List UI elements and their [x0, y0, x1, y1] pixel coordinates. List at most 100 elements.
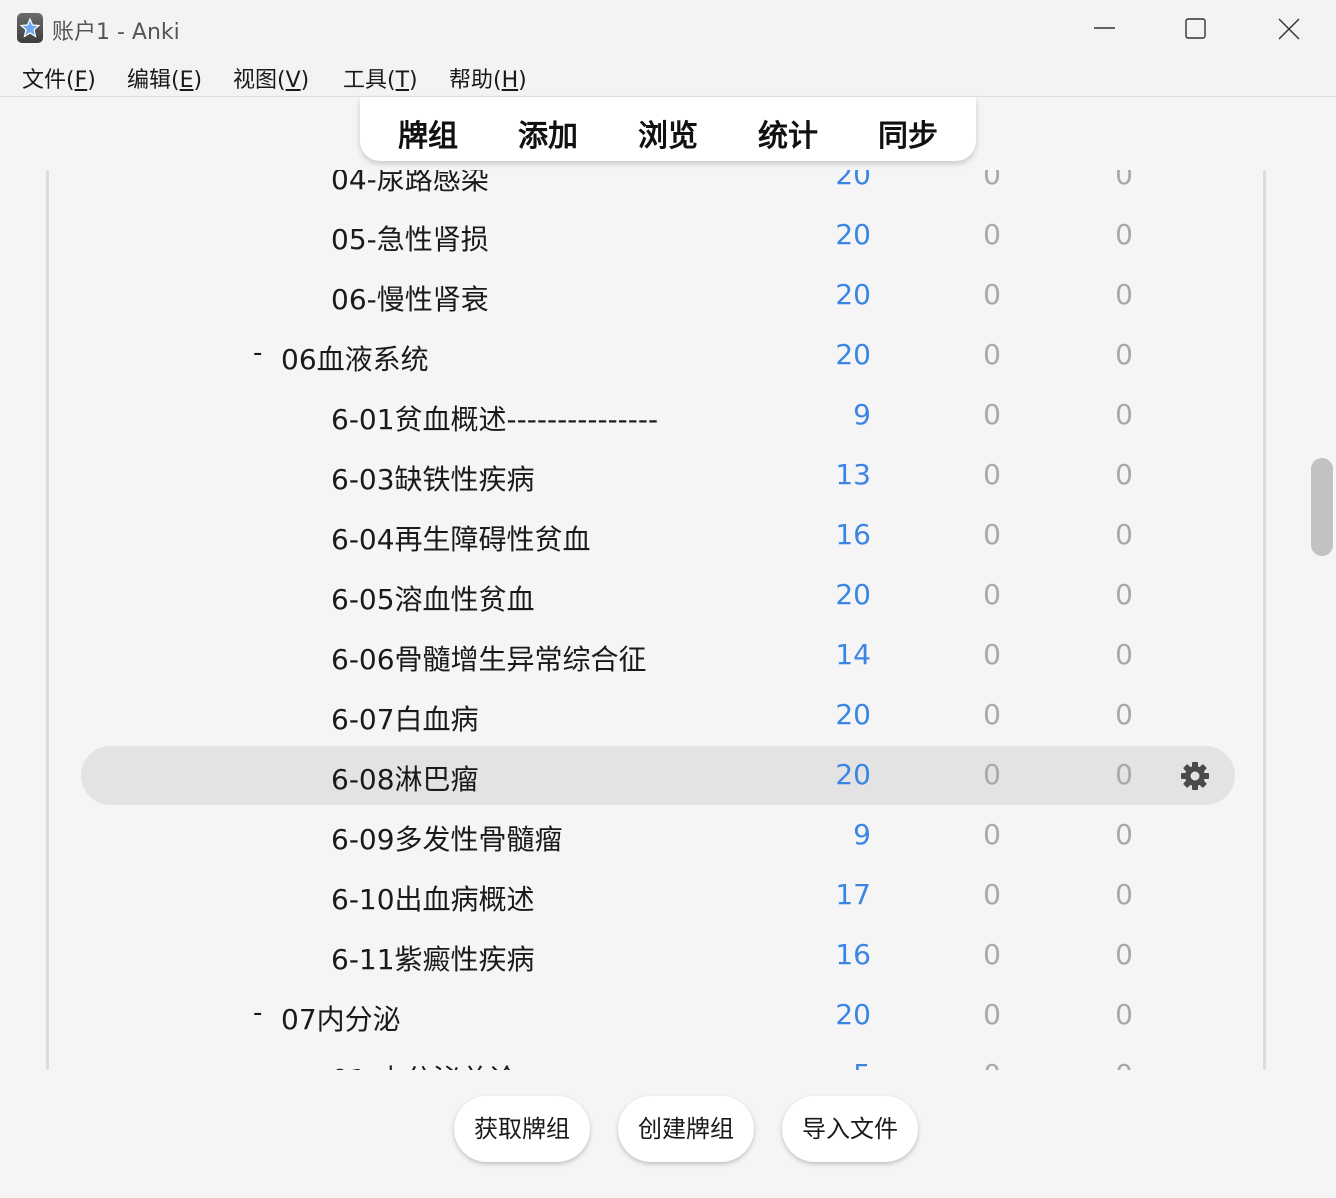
window-title: 账户1 - Anki — [52, 20, 180, 45]
due-count: 0 — [1115, 338, 1133, 371]
learn-count: 0 — [983, 518, 1001, 551]
collapse-toggle[interactable]: - — [253, 338, 262, 368]
deck-row[interactable]: 6-05溶血性贫血 20 0 0 — [49, 566, 1263, 626]
new-count: 20 — [835, 758, 871, 791]
deck-name[interactable]: 6-11紫癜性疾病 — [331, 938, 535, 978]
learn-count: 0 — [983, 578, 1001, 611]
maximize-icon — [1185, 18, 1206, 39]
new-count: 20 — [835, 578, 871, 611]
deck-name[interactable]: 01-内分泌总论 — [331, 1058, 517, 1070]
new-count: 9 — [853, 398, 871, 431]
deck-row[interactable]: 6-07白血病 20 0 0 — [49, 686, 1263, 746]
new-count: 20 — [835, 998, 871, 1031]
deck-options-gear-icon[interactable] — [1179, 760, 1211, 792]
learn-count: 0 — [983, 998, 1001, 1031]
deck-name[interactable]: 04-尿路感染 — [331, 170, 489, 198]
deck-row[interactable]: 01-内分泌总论 5 0 0 — [49, 1046, 1263, 1070]
deck-name[interactable]: 6-03缺铁性疾病 — [331, 458, 535, 498]
menu-edit[interactable]: 编辑(E) — [127, 62, 202, 94]
new-count: 13 — [835, 458, 871, 491]
deck-name[interactable]: 6-10出血病概述 — [331, 878, 535, 918]
new-count: 16 — [835, 518, 871, 551]
deck-row-selected[interactable]: 6-08淋巴瘤 20 0 0 — [49, 746, 1263, 806]
learn-count: 0 — [983, 638, 1001, 671]
deck-name[interactable]: 6-08淋巴瘤 — [331, 758, 479, 798]
menu-file[interactable]: 文件(F) — [22, 62, 96, 94]
due-count: 0 — [1115, 938, 1133, 971]
new-count: 20 — [835, 338, 871, 371]
deck-name[interactable]: 6-06骨髓增生异常综合征 — [331, 638, 647, 678]
collapse-toggle[interactable]: - — [253, 998, 262, 1028]
learn-count: 0 — [983, 698, 1001, 731]
due-count: 0 — [1043, 1058, 1133, 1070]
deck-row[interactable]: 6-09多发性骨髓瘤 9 0 0 — [49, 806, 1263, 866]
new-count: 20 — [835, 278, 871, 311]
due-count: 0 — [1115, 698, 1133, 731]
toolbar-add[interactable]: 添加 — [518, 111, 578, 155]
toolbar-browse[interactable]: 浏览 — [638, 111, 698, 155]
due-count: 0 — [1115, 878, 1133, 911]
deck-row[interactable]: 04-尿路感染 20 0 0 — [49, 170, 1263, 206]
main-toolbar: 牌组 添加 浏览 统计 同步 — [360, 97, 976, 161]
menu-view[interactable]: 视图(V) — [233, 62, 309, 94]
deck-name[interactable]: 07内分泌 — [281, 998, 401, 1038]
deck-row[interactable]: 6-04再生障碍性贫血 16 0 0 — [49, 506, 1263, 566]
learn-count: 0 — [983, 458, 1001, 491]
menu-help[interactable]: 帮助(H) — [449, 62, 527, 94]
deck-row[interactable]: 06-慢性肾衰 20 0 0 — [49, 266, 1263, 326]
deck-name[interactable]: 06-慢性肾衰 — [331, 278, 489, 318]
due-count: 0 — [1115, 518, 1133, 551]
learn-count: 0 — [983, 338, 1001, 371]
get-shared-button[interactable]: 获取牌组 — [454, 1096, 590, 1162]
due-count: 0 — [1115, 578, 1133, 611]
due-count: 0 — [1115, 458, 1133, 491]
learn-count: 0 — [983, 878, 1001, 911]
due-count: 0 — [1115, 398, 1133, 431]
learn-count: 0 — [983, 218, 1001, 251]
deck-name[interactable]: 6-09多发性骨髓瘤 — [331, 818, 563, 858]
deck-row[interactable]: 6-11紫癜性疾病 16 0 0 — [49, 926, 1263, 986]
minimize-icon — [1094, 27, 1115, 29]
new-count: 14 — [835, 638, 871, 671]
menu-bar: 文件(F) 编辑(E) 视图(V) 工具(T) 帮助(H) — [0, 56, 1336, 98]
deck-name[interactable]: 6-04再生障碍性贫血 — [331, 518, 591, 558]
menu-tools[interactable]: 工具(T) — [343, 62, 418, 94]
scrollbar-thumb[interactable] — [1311, 458, 1333, 556]
new-count: 20 — [835, 170, 871, 191]
import-file-button[interactable]: 导入文件 — [782, 1096, 918, 1162]
learn-count: 0 — [983, 170, 1001, 191]
deck-name[interactable]: 6-05溶血性贫血 — [331, 578, 535, 618]
toolbar-sync[interactable]: 同步 — [878, 111, 938, 155]
create-deck-button[interactable]: 创建牌组 — [618, 1096, 754, 1162]
maximize-button[interactable] — [1149, 0, 1241, 56]
due-count: 0 — [1115, 278, 1133, 311]
minimize-button[interactable] — [1058, 0, 1150, 56]
close-icon — [1278, 18, 1300, 40]
deck-name[interactable]: 6-07白血病 — [331, 698, 479, 738]
deck-row[interactable]: 05-急性肾损 20 0 0 — [49, 206, 1263, 266]
toolbar-stats[interactable]: 统计 — [758, 111, 818, 155]
new-count: 20 — [835, 698, 871, 731]
due-count: 0 — [1115, 170, 1133, 191]
deck-row[interactable]: 6-01贫血概述--------------- 9 0 0 — [49, 386, 1263, 446]
deck-row[interactable]: 6-03缺铁性疾病 13 0 0 — [49, 446, 1263, 506]
due-count: 0 — [1115, 758, 1133, 791]
deck-name[interactable]: 06血液系统 — [281, 338, 429, 378]
deck-name[interactable]: 6-01贫血概述--------------- — [331, 398, 658, 438]
close-button[interactable] — [1242, 0, 1334, 56]
new-count: 20 — [835, 218, 871, 251]
deck-row[interactable]: - 07内分泌 20 0 0 — [49, 986, 1263, 1046]
deck-list[interactable]: 04-尿路感染 20 0 0 05-急性肾损 20 0 0 06-慢性肾衰 20… — [46, 170, 1266, 1070]
learn-count: 0 — [983, 278, 1001, 311]
learn-count: 0 — [983, 758, 1001, 791]
due-count: 0 — [1115, 818, 1133, 851]
deck-row[interactable]: - 06血液系统 20 0 0 — [49, 326, 1263, 386]
new-count: 5 — [781, 1058, 871, 1070]
deck-row[interactable]: 6-10出血病概述 17 0 0 — [49, 866, 1263, 926]
deck-name[interactable]: 05-急性肾损 — [331, 218, 489, 258]
anki-app-icon — [17, 13, 43, 43]
learn-count: 0 — [983, 938, 1001, 971]
toolbar-decks[interactable]: 牌组 — [398, 111, 458, 155]
learn-count: 0 — [983, 818, 1001, 851]
deck-row[interactable]: 6-06骨髓增生异常综合征 14 0 0 — [49, 626, 1263, 686]
